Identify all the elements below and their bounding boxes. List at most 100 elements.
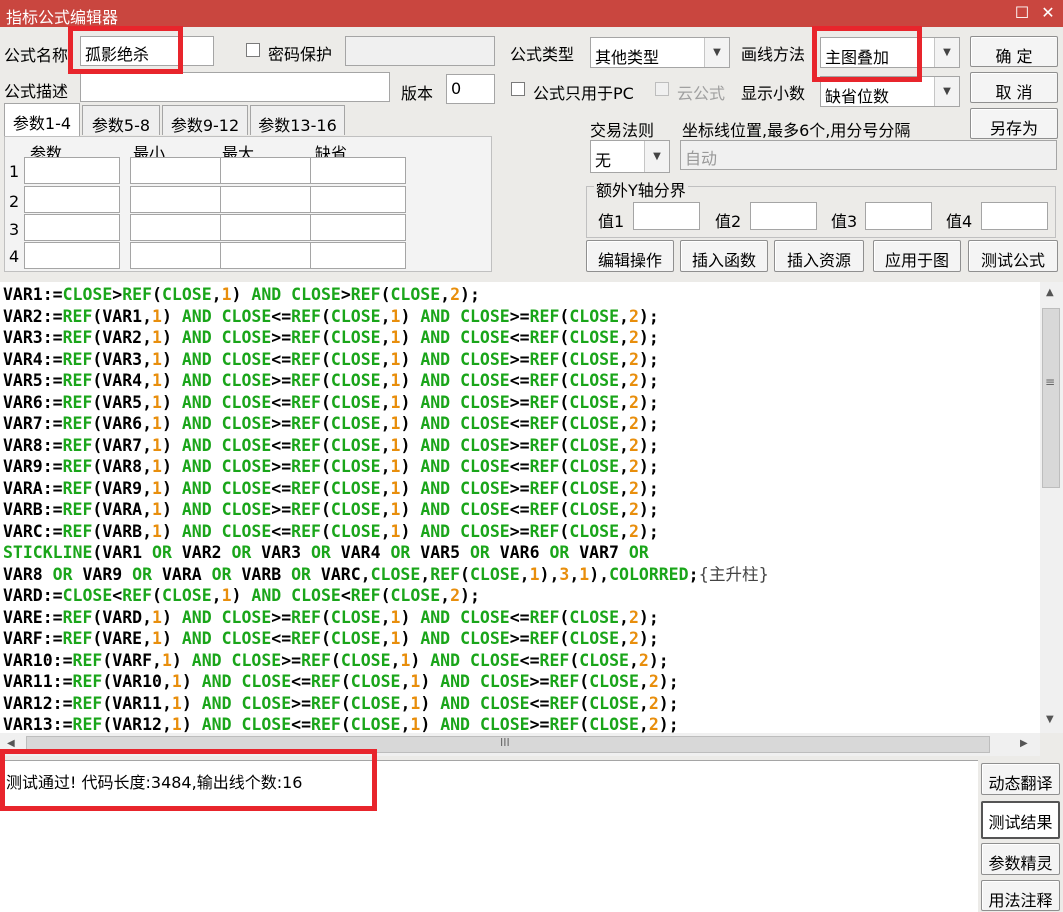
code-editor[interactable]: VAR1:=CLOSE>REF(CLOSE,1) AND CLOSE>REF(C… (0, 282, 1040, 733)
apply-to-chart-button[interactable]: 应用于图 (873, 240, 961, 272)
param-min-input[interactable] (130, 242, 226, 269)
formula-type-value: 其他类型 (595, 48, 660, 67)
formula-desc-label: 公式描述 (4, 82, 69, 101)
scroll-thumb[interactable] (1042, 308, 1060, 488)
yaxis-group-label: 额外Y轴分界 (594, 177, 688, 201)
scroll-grip-icon: ≡ (1045, 375, 1056, 389)
highlight-draw-box (812, 26, 922, 82)
test-formula-button[interactable]: 测试公式 (968, 240, 1058, 272)
test-result-label: 测试结果 (988, 813, 1053, 832)
insert-resource-button[interactable]: 插入资源 (774, 240, 864, 272)
yaxis-value-3[interactable] (865, 202, 932, 230)
chevron-down-icon: ▼ (934, 38, 959, 67)
coord-line-input: 自动 (680, 140, 1057, 170)
dynamic-translate-label: 动态翻译 (988, 774, 1053, 793)
param-default-input[interactable] (310, 157, 406, 184)
code-line: VARB:=REF(VARA,1) AND CLOSE>=REF(CLOSE,1… (3, 500, 659, 519)
edit-ops-button[interactable]: 编辑操作 (586, 240, 674, 272)
code-line: VARD:=CLOSE<REF(CLOSE,1) AND CLOSE<REF(C… (3, 586, 480, 605)
edit-ops-label: 编辑操作 (597, 251, 662, 270)
insert-resource-label: 插入资源 (786, 251, 851, 270)
password-checkbox[interactable] (246, 43, 260, 57)
code-line: VARE:=REF(VARD,1) AND CLOSE>=REF(CLOSE,1… (3, 607, 659, 627)
scroll-left-icon[interactable]: ◀ (7, 738, 15, 749)
save-as-button[interactable]: 另存为 (970, 108, 1058, 139)
decimals-value: 缺省位数 (825, 87, 890, 106)
dynamic-translate-button[interactable]: 动态翻译 (981, 763, 1060, 795)
yaxis-label-2: 值2 (715, 212, 742, 231)
cancel-button-label: 取 消 (995, 83, 1033, 102)
trade-rule-select[interactable]: 无 ▼ (590, 140, 670, 173)
tab-label: 参数5-8 (91, 116, 151, 135)
param-default-input[interactable] (310, 214, 406, 241)
param-row-num: 2 (9, 192, 20, 211)
tab-params-9-12[interactable]: 参数9-12 (162, 105, 248, 135)
param-min-input[interactable] (130, 186, 226, 213)
test-result-button[interactable]: 测试结果 (981, 801, 1060, 839)
param-default-input[interactable] (310, 186, 406, 213)
param-max-input[interactable] (220, 242, 316, 269)
trade-rule-label: 交易法则 (590, 121, 655, 140)
highlight-status-box (0, 749, 377, 811)
vertical-scrollbar[interactable]: ▲ ≡ ▼ (1040, 282, 1063, 733)
insert-function-button[interactable]: 插入函数 (680, 240, 768, 272)
param-max-input[interactable] (220, 186, 316, 213)
formula-desc-input[interactable] (80, 72, 390, 102)
param-min-input[interactable] (130, 157, 226, 184)
yaxis-value-2[interactable] (750, 202, 817, 230)
tab-label: 参数13-16 (258, 116, 337, 135)
pc-only-checkbox[interactable] (511, 82, 525, 96)
chevron-down-icon: ▼ (934, 77, 959, 106)
insert-function-label: 插入函数 (691, 251, 756, 270)
decimals-label: 显示小数 (741, 84, 806, 103)
draw-method-label: 画线方法 (741, 45, 806, 64)
formula-name-label: 公式名称 (4, 46, 69, 65)
code-line: VAR8:=REF(VAR7,1) AND CLOSE<=REF(CLOSE,1… (3, 435, 659, 455)
code-line: VAR11:=REF(VAR10,1) AND CLOSE<=REF(CLOSE… (3, 672, 679, 691)
param-max-input[interactable] (220, 157, 316, 184)
param-name-input[interactable] (24, 242, 120, 269)
yaxis-value-1[interactable] (633, 202, 700, 230)
version-input[interactable]: 0 (446, 74, 495, 104)
tab-params-1-4[interactable]: 参数1-4 (4, 103, 80, 137)
code-line: VAR3:=REF(VAR2,1) AND CLOSE>=REF(CLOSE,1… (3, 328, 659, 347)
yaxis-value-4[interactable] (981, 202, 1048, 230)
code-line: STICKLINE(VAR1 OR VAR2 OR VAR3 OR VAR4 O… (3, 543, 649, 562)
code-line: VARF:=REF(VARE,1) AND CLOSE<=REF(CLOSE,1… (3, 629, 659, 648)
param-name-input[interactable] (24, 157, 120, 184)
usage-notes-button[interactable]: 用法注释 (981, 880, 1060, 911)
trade-rule-value: 无 (595, 151, 612, 170)
param-name-input[interactable] (24, 214, 120, 241)
param-min-input[interactable] (130, 214, 226, 241)
param-wizard-button[interactable]: 参数精灵 (981, 843, 1060, 875)
formula-type-select[interactable]: 其他类型 ▼ (590, 37, 730, 68)
param-name-input[interactable] (24, 186, 120, 213)
tab-label: 参数9-12 (170, 116, 240, 135)
code-line: VAR8 OR VAR9 OR VARA OR VARB OR VARC,CLO… (3, 564, 769, 584)
close-button[interactable]: ✕ (1038, 3, 1058, 23)
ok-button[interactable]: 确 定 (970, 36, 1058, 67)
param-wizard-label: 参数精灵 (988, 854, 1053, 873)
tab-params-5-8[interactable]: 参数5-8 (82, 105, 160, 135)
tab-params-13-16[interactable]: 参数13-16 (250, 105, 345, 135)
cancel-button[interactable]: 取 消 (970, 72, 1058, 103)
param-default-input[interactable] (310, 242, 406, 269)
code-line: VAR5:=REF(VAR4,1) AND CLOSE>=REF(CLOSE,1… (3, 371, 659, 390)
password-label: 密码保护 (268, 45, 333, 64)
param-row-num: 1 (9, 162, 20, 181)
version-label: 版本 (401, 84, 434, 103)
coord-line-label: 坐标线位置,最多6个,用分号分隔 (682, 121, 911, 140)
test-formula-label: 测试公式 (980, 251, 1045, 270)
scroll-up-icon[interactable]: ▲ (1046, 287, 1054, 298)
param-row-num: 3 (9, 220, 20, 239)
code-line: VAR7:=REF(VAR6,1) AND CLOSE>=REF(CLOSE,1… (3, 414, 659, 433)
scroll-right-icon[interactable]: ▶ (1020, 738, 1028, 749)
title-bar: 指标公式编辑器 ☐ ✕ (0, 0, 1063, 27)
code-line: VAR10:=REF(VARF,1) AND CLOSE>=REF(CLOSE,… (3, 650, 669, 670)
scroll-down-icon[interactable]: ▼ (1046, 714, 1054, 725)
window-title: 指标公式编辑器 (6, 8, 119, 27)
restore-button[interactable]: ☐ (1012, 3, 1032, 23)
code-text: VAR1:=CLOSE>REF(CLOSE,1) AND CLOSE>REF(C… (3, 284, 769, 733)
pc-only-label: 公式只用于PC (533, 84, 634, 103)
param-max-input[interactable] (220, 214, 316, 241)
